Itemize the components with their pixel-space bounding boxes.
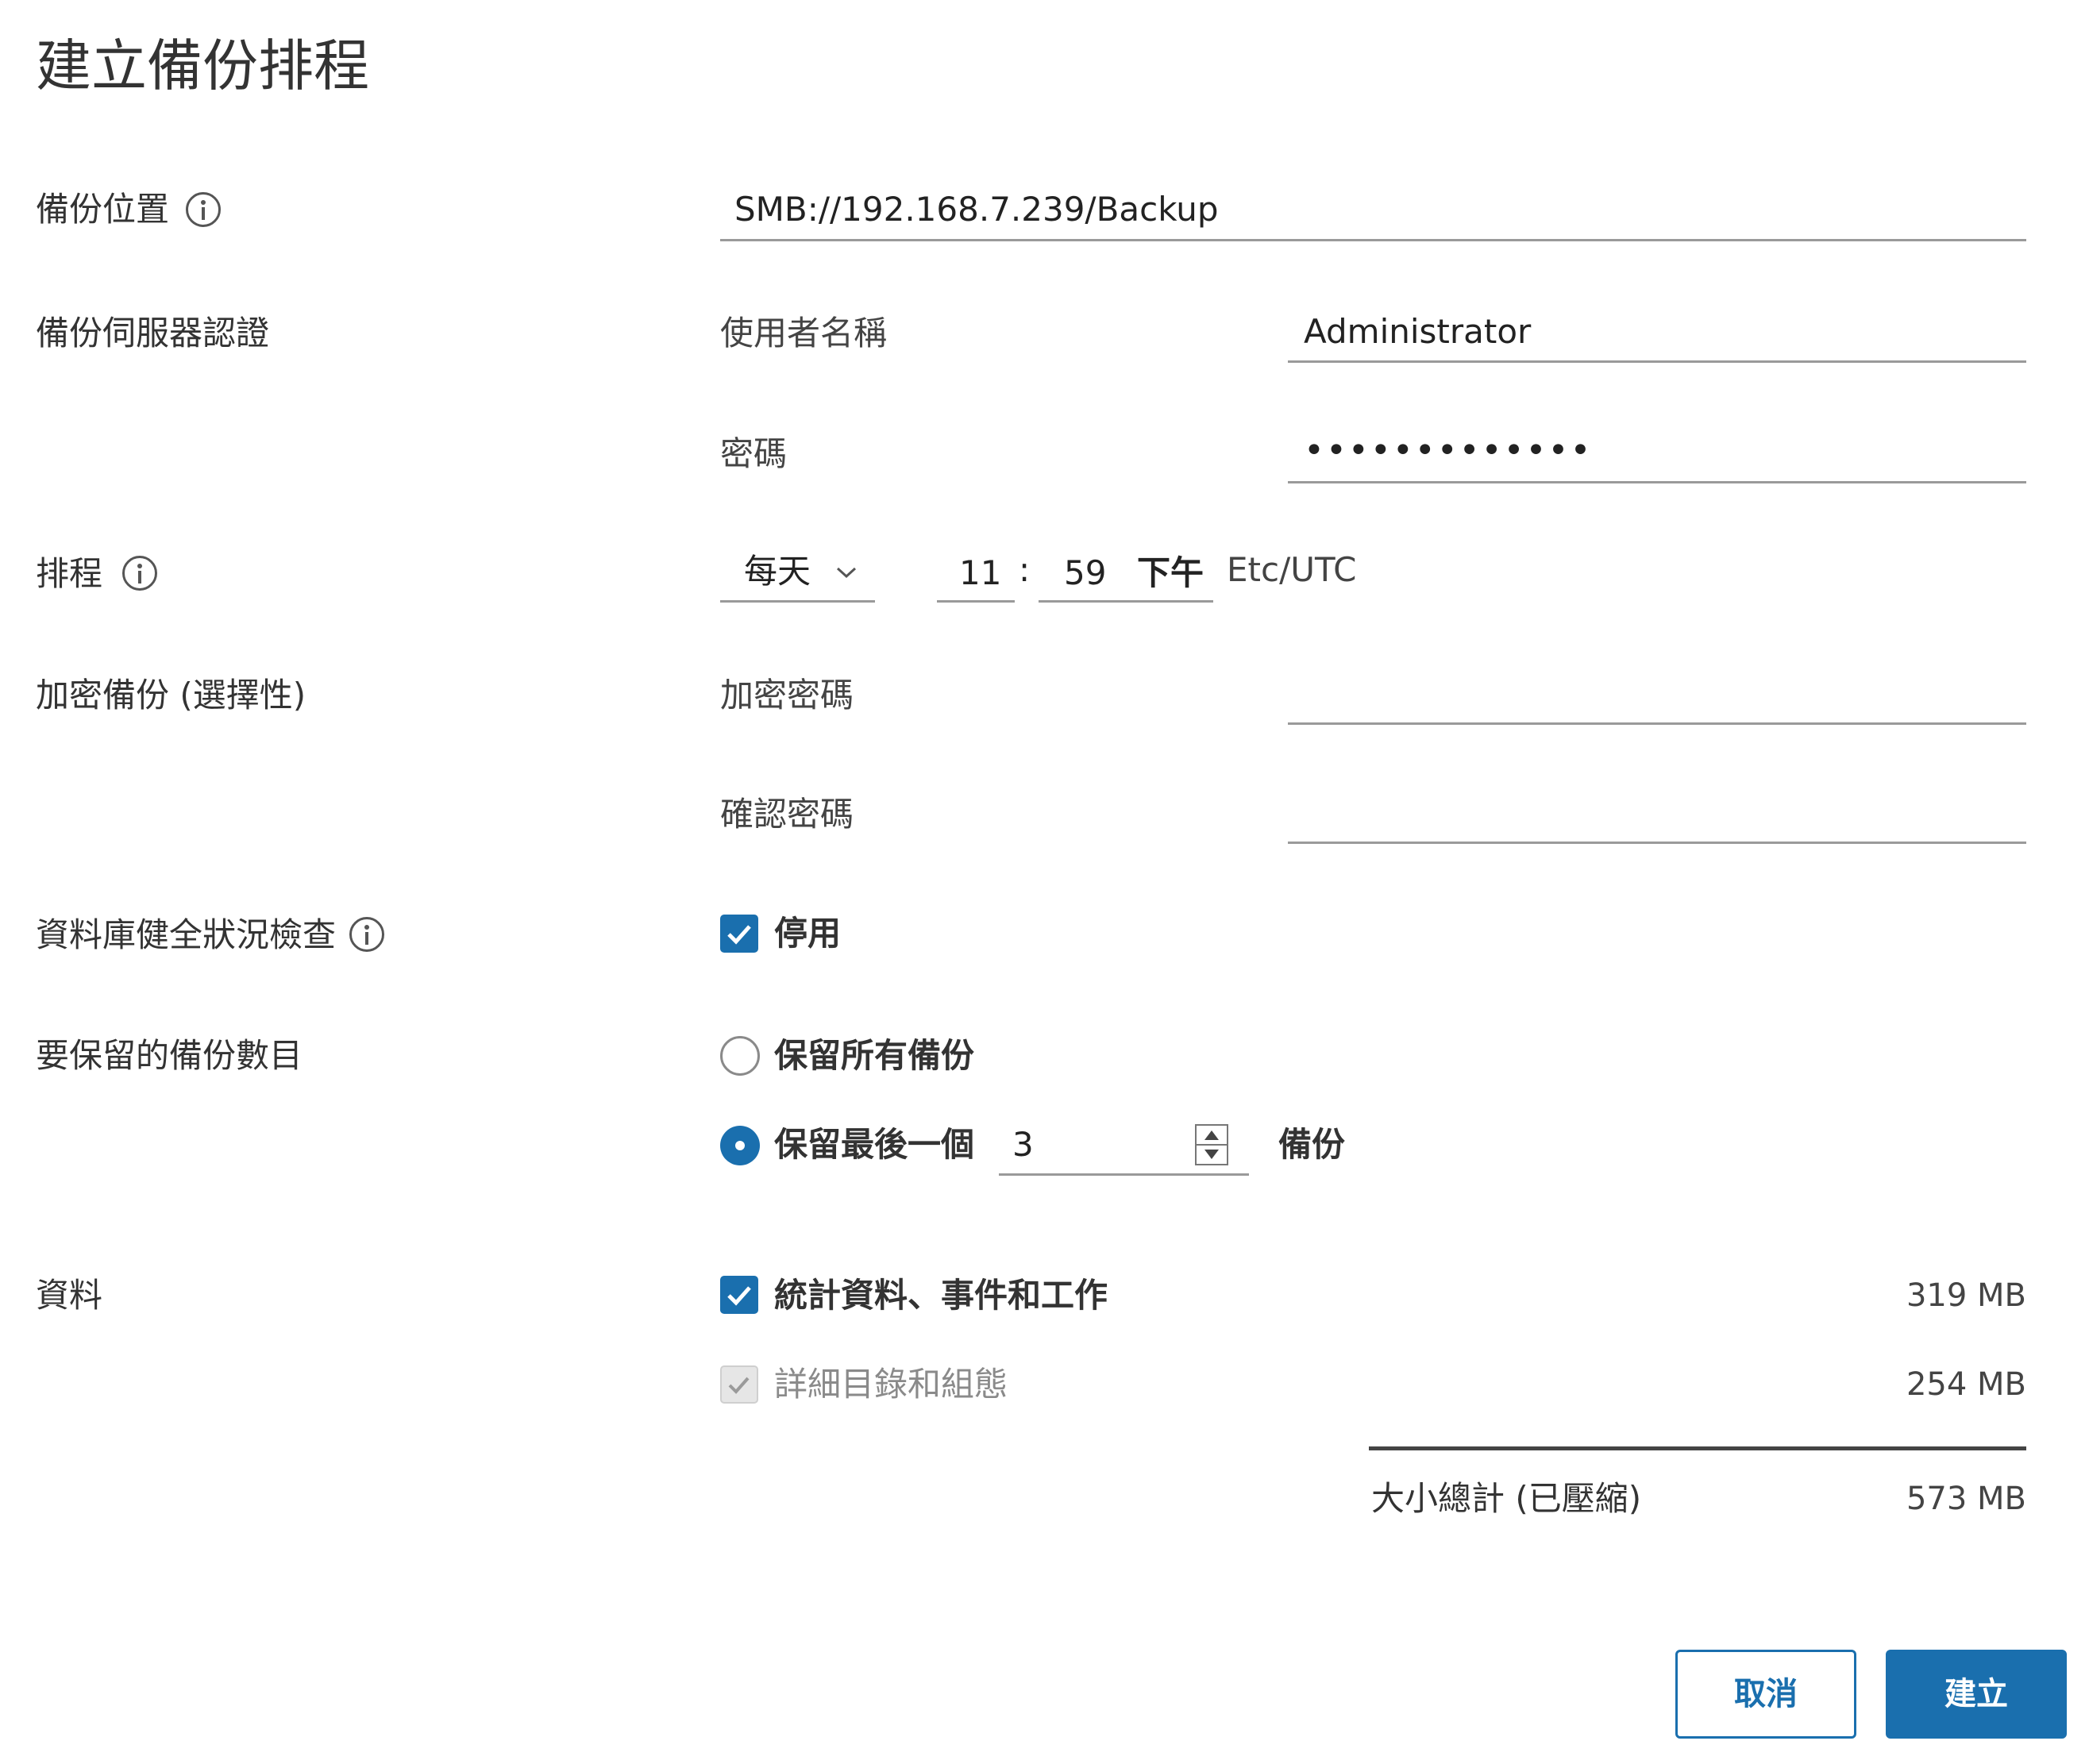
confirm-password-input[interactable]: [1288, 786, 2026, 842]
backup-location-label: 備份位置: [36, 190, 170, 229]
create-button[interactable]: 建立: [1886, 1650, 2067, 1739]
minute-underline: [1039, 600, 1213, 603]
retention-label: 要保留的備份數目: [36, 1036, 303, 1075]
retention-unit-label: 備份: [1278, 1125, 1346, 1164]
timezone-label: Etc/UTC: [1227, 550, 1357, 589]
data-inventory-size: 254 MB: [1906, 1366, 2026, 1403]
hour-input[interactable]: 11: [959, 551, 1001, 595]
backup-location-underline: [720, 239, 2026, 241]
db-health-checkbox[interactable]: [720, 915, 758, 953]
encryption-password-label: 加密密碼: [720, 676, 854, 714]
keep-all-label[interactable]: 保留所有備份: [774, 1034, 974, 1078]
password-underline: [1288, 481, 2026, 483]
data-stats-size: 319 MB: [1906, 1277, 2026, 1314]
encryption-password-underline: [1288, 722, 2026, 725]
keep-all-radio[interactable]: [720, 1036, 760, 1076]
confirm-password-label: 確認密碼: [720, 795, 854, 834]
info-icon[interactable]: [186, 192, 221, 227]
check-icon: [728, 1377, 750, 1394]
data-inventory-checkbox: [720, 1365, 758, 1404]
backup-location-input[interactable]: SMB://192.168.7.239/Backup: [734, 187, 1219, 232]
db-health-checkbox-label[interactable]: 停用: [774, 911, 841, 956]
schedule-label: 排程: [36, 554, 103, 593]
frequency-underline: [720, 600, 875, 603]
keep-last-count-input[interactable]: 3: [1012, 1123, 1034, 1167]
time-separator: :: [1019, 550, 1031, 589]
password-label: 密碼: [720, 434, 788, 473]
credentials-label: 備份伺服器認證: [36, 314, 270, 352]
confirm-password-underline: [1288, 842, 2026, 844]
keep-last-label[interactable]: 保留最後一個: [774, 1123, 974, 1167]
data-stats-label[interactable]: 統計資料、事件和工作: [774, 1273, 1108, 1318]
cancel-button[interactable]: 取消: [1675, 1650, 1856, 1739]
data-label: 資料: [36, 1276, 103, 1315]
ampm-toggle[interactable]: 下午: [1137, 551, 1204, 595]
username-label: 使用者名稱: [720, 314, 888, 352]
dialog-title: 建立備份排程: [36, 33, 369, 98]
username-input[interactable]: Administrator: [1304, 310, 1531, 354]
encryption-label: 加密備份 (選擇性): [36, 676, 306, 714]
hour-underline: [937, 600, 1015, 603]
total-size-value: 573 MB: [1906, 1481, 2026, 1517]
username-underline: [1288, 360, 2026, 363]
spinner-icon[interactable]: [1195, 1124, 1228, 1165]
db-health-label: 資料庫健全狀況檢查: [36, 915, 337, 954]
chevron-down-icon: [836, 567, 857, 579]
frequency-value: 每天: [744, 552, 811, 591]
info-icon[interactable]: [122, 556, 157, 591]
keep-last-underline: [999, 1173, 1249, 1176]
total-divider: [1369, 1446, 2026, 1450]
check-icon: [727, 925, 751, 945]
check-icon: [727, 1286, 751, 1306]
encryption-password-input[interactable]: [1288, 667, 2026, 722]
total-size-label: 大小總計 (已壓縮): [1371, 1479, 1642, 1518]
data-inventory-label: 詳細目錄和組態: [774, 1365, 1008, 1404]
info-icon[interactable]: [349, 917, 384, 952]
password-input[interactable]: •••••••••••••: [1304, 429, 1592, 473]
data-stats-checkbox[interactable]: [720, 1276, 758, 1314]
minute-input[interactable]: 59: [1064, 551, 1106, 595]
frequency-select[interactable]: 每天: [720, 548, 875, 602]
keep-last-radio[interactable]: [720, 1126, 760, 1165]
